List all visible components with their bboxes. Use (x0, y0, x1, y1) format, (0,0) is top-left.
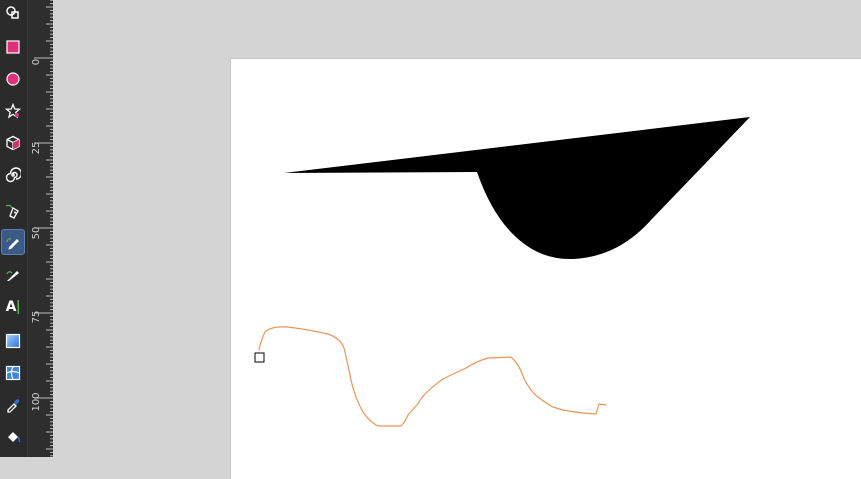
mesh-tool[interactable] (1, 360, 25, 386)
path-node-handle[interactable] (254, 352, 265, 363)
gradient-tool[interactable] (1, 328, 25, 354)
3d-box-tool[interactable] (1, 130, 25, 156)
text-icon: A (5, 299, 17, 315)
mesh-icon (5, 365, 21, 381)
ellipse-tool[interactable] (1, 66, 25, 92)
pencil-stroke-path[interactable] (258, 326, 607, 427)
pencil-tool[interactable] (1, 229, 25, 255)
dropper-tool[interactable] (1, 392, 25, 418)
pencil-icon (6, 238, 19, 250)
paint-bucket-tool[interactable] (1, 424, 25, 450)
shape-builder-icon (6, 6, 19, 19)
paint-bucket-icon (8, 432, 21, 443)
black-triangle-shape[interactable] (284, 117, 750, 260)
text-tool[interactable]: A (1, 294, 25, 320)
rectangle-tool[interactable] (1, 34, 25, 60)
calligraphy-icon (6, 271, 19, 281)
drawing-layer (254, 117, 750, 427)
ruler-label-100: 100 (31, 392, 42, 411)
spiral-tool[interactable] (1, 162, 25, 188)
rectangle-icon (6, 40, 20, 54)
spiral-icon (5, 167, 21, 183)
text-cursor-icon (17, 300, 20, 314)
pen-icon (5, 204, 19, 219)
ruler-label-0: 0 (31, 59, 42, 65)
ruler-scale: 0 25 50 75 100 (31, 0, 54, 457)
pen-tool[interactable] (1, 198, 25, 224)
calligraphy-tool[interactable] (1, 262, 25, 288)
canvas-area[interactable] (53, 0, 861, 479)
gradient-icon (5, 333, 21, 349)
star-icon (5, 103, 21, 119)
ruler-label-25: 25 (31, 142, 42, 155)
vertical-ruler[interactable]: 0 25 50 75 100 (27, 0, 54, 457)
3d-box-icon (6, 135, 20, 151)
star-tool[interactable] (1, 98, 25, 124)
toolbox: A (0, 0, 27, 457)
shape-builder-tool[interactable] (1, 0, 25, 26)
ruler-label-50: 50 (31, 227, 42, 240)
ellipse-icon (6, 72, 20, 86)
dropper-icon (7, 399, 20, 413)
